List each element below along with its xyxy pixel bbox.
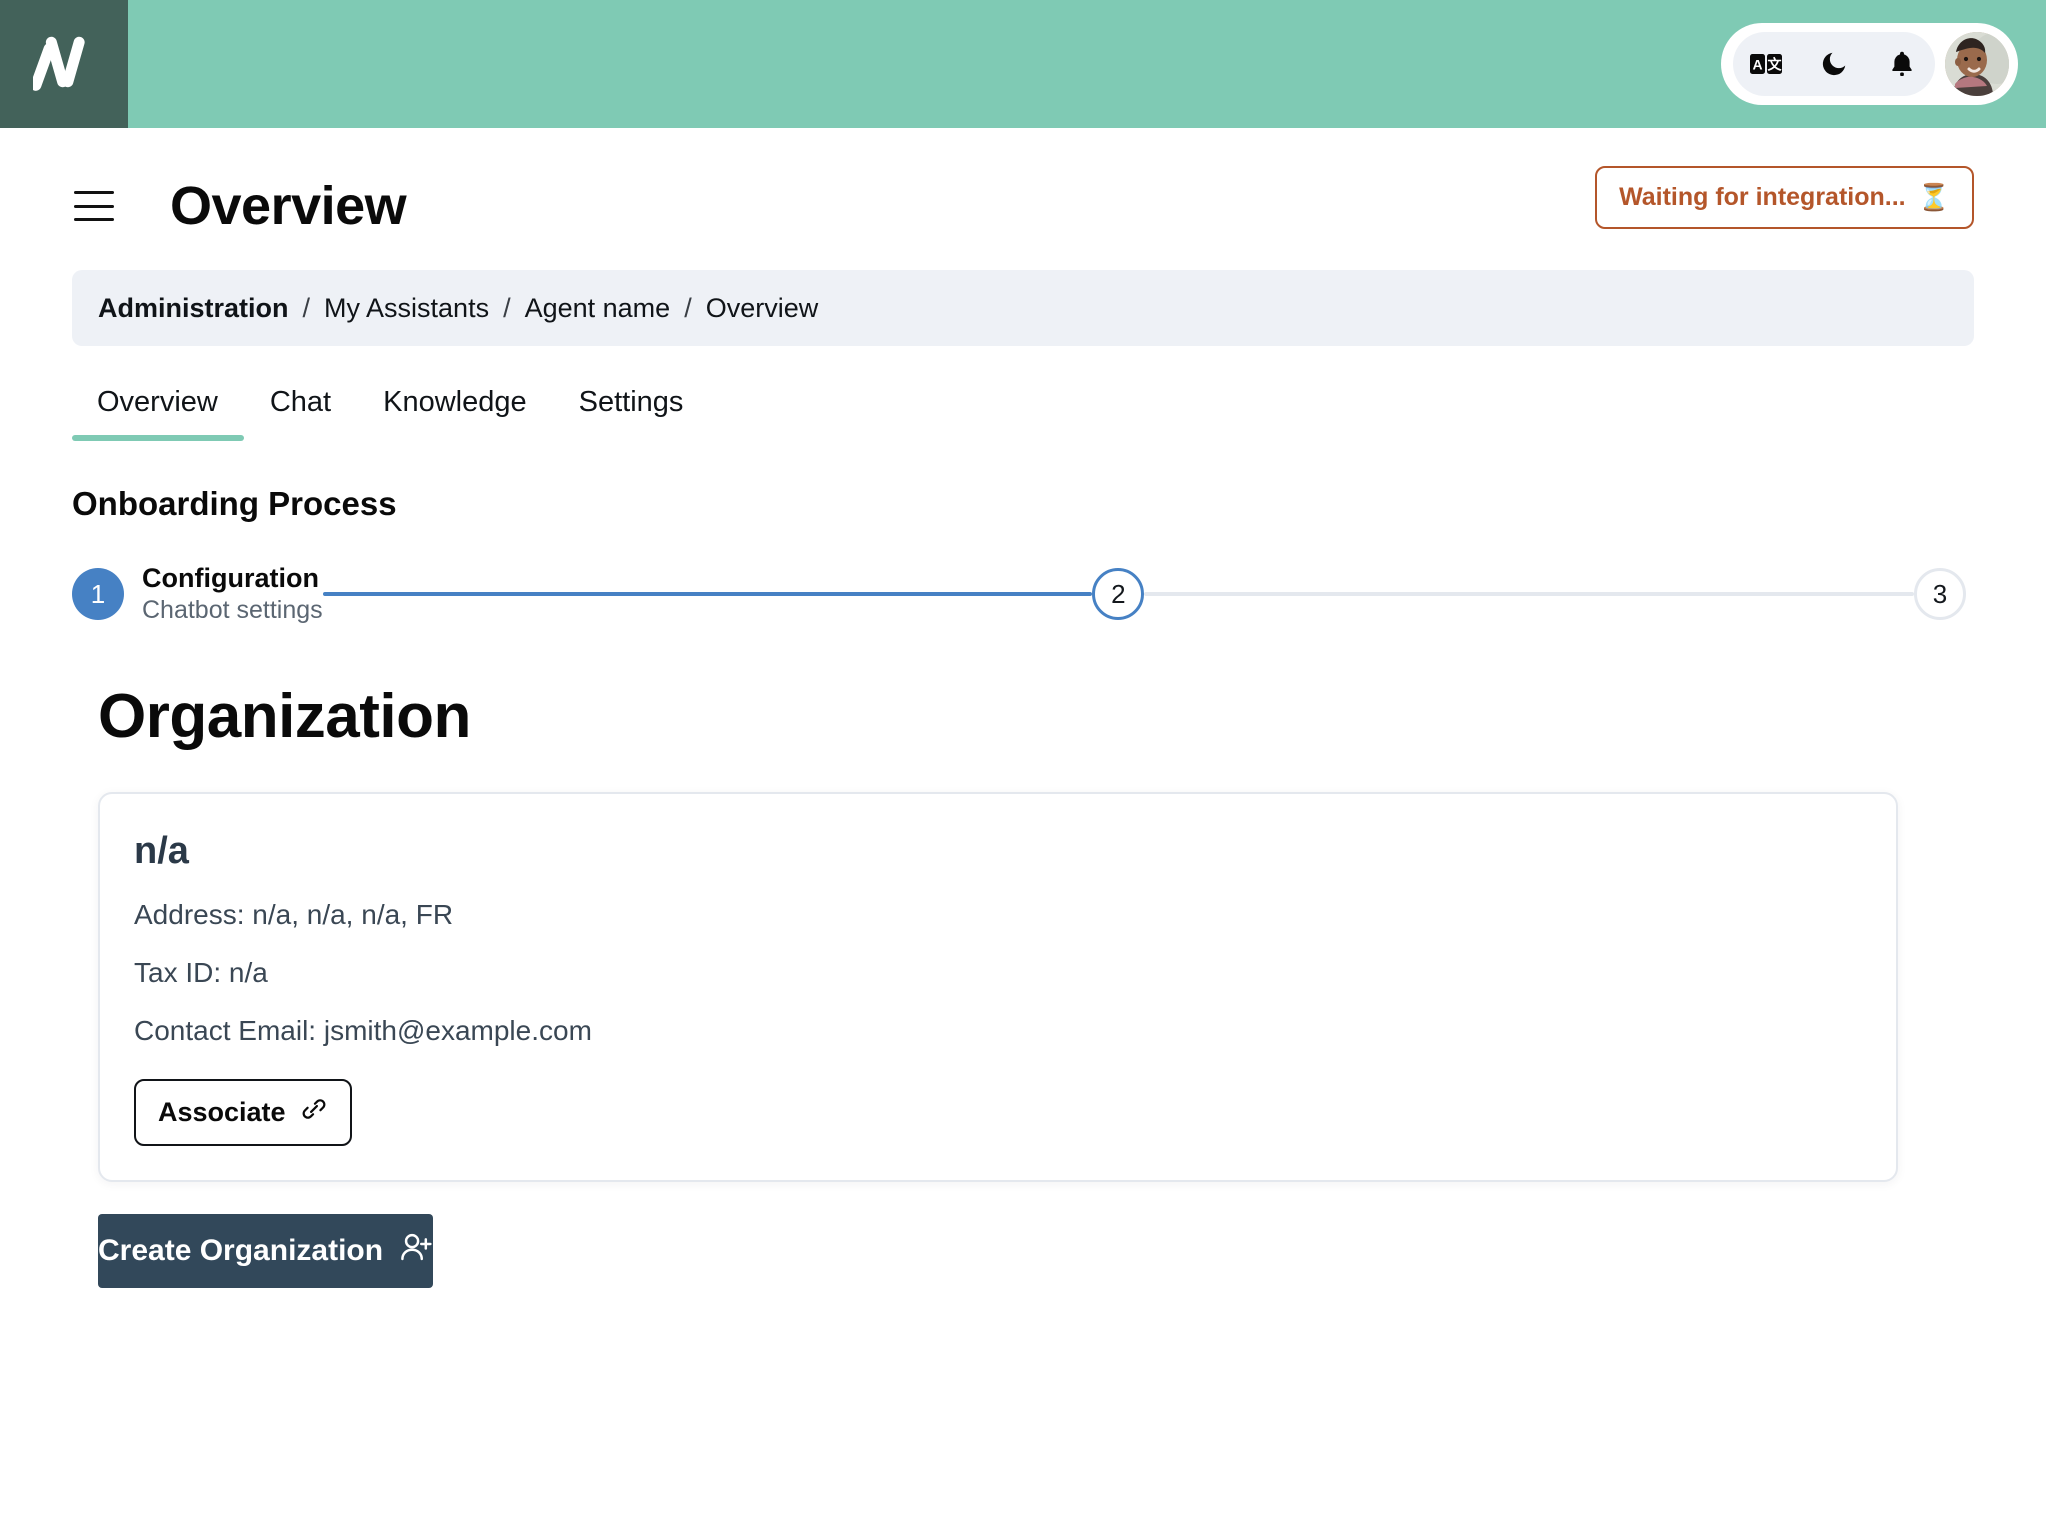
- tab-bar: Overview Chat Knowledge Settings: [72, 386, 1974, 441]
- bell-icon[interactable]: [1885, 47, 1919, 81]
- user-plus-icon: [399, 1231, 433, 1271]
- page-content: Overview Waiting for integration... ⏳ Ad…: [0, 154, 2046, 1288]
- breadcrumb: Administration / My Assistants / Agent n…: [72, 270, 1974, 346]
- topbar-icon-group: A 文: [1733, 32, 1935, 96]
- breadcrumb-separator: /: [302, 292, 311, 323]
- svg-text:文: 文: [1768, 57, 1783, 73]
- status-badge-label: Waiting for integration...: [1619, 183, 1906, 211]
- step-2[interactable]: 2: [1092, 568, 1145, 620]
- breadcrumb-separator: /: [684, 292, 692, 323]
- organization-address: Address: n/a, n/a, n/a, FR: [134, 899, 454, 930]
- app-logo[interactable]: [0, 0, 128, 128]
- menu-toggle-icon[interactable]: [74, 191, 114, 221]
- page-header: Overview Waiting for integration... ⏳: [72, 154, 1974, 258]
- organization-card: n/a Address: n/a, n/a, n/a, FR Tax ID: n…: [98, 792, 1898, 1182]
- hourglass-icon: ⏳: [1917, 182, 1950, 212]
- organization-name: n/a: [134, 830, 189, 872]
- avatar[interactable]: [1945, 32, 2009, 96]
- page-title: Overview: [170, 176, 407, 236]
- associate-button[interactable]: Associate: [134, 1079, 352, 1146]
- organization-contact-email: Contact Email: jsmith@example.com: [134, 1015, 592, 1046]
- onboarding-title: Onboarding Process: [72, 485, 397, 522]
- organization-tax-id: Tax ID: n/a: [134, 957, 268, 988]
- onboarding-stepper: 1 Configuration Chatbot settings 2 3: [72, 559, 1974, 629]
- tab-settings[interactable]: Settings: [553, 386, 710, 441]
- step-connector-2-3: [1144, 592, 1915, 596]
- breadcrumb-item-administration[interactable]: Administration: [98, 293, 289, 324]
- top-bar: A 文: [0, 0, 2046, 128]
- organization-heading: Organization: [98, 682, 471, 751]
- create-organization-button[interactable]: Create Organization: [98, 1214, 434, 1288]
- create-organization-label: Create Organization: [98, 1234, 384, 1267]
- breadcrumb-item-overview[interactable]: Overview: [706, 293, 819, 324]
- svg-text:A: A: [1752, 57, 1762, 73]
- step-1-sublabel: Chatbot settings: [142, 596, 323, 625]
- tab-chat[interactable]: Chat: [244, 386, 357, 441]
- step-2-number: 2: [1092, 568, 1145, 620]
- app-logo-icon: [33, 36, 85, 91]
- associate-button-label: Associate: [158, 1097, 286, 1127]
- translate-icon[interactable]: A 文: [1749, 47, 1783, 81]
- link-icon: [300, 1095, 328, 1130]
- step-1-labels: Configuration Chatbot settings: [142, 562, 323, 625]
- breadcrumb-separator: /: [503, 292, 511, 323]
- status-badge[interactable]: Waiting for integration... ⏳: [1595, 166, 1974, 229]
- breadcrumb-item-agent-name[interactable]: Agent name: [525, 293, 671, 324]
- step-connector-1-2: [322, 592, 1093, 596]
- moon-icon[interactable]: [1817, 47, 1851, 81]
- avatar-image: [1945, 32, 2009, 96]
- topbar-controls: A 文: [1721, 23, 2018, 105]
- step-1-label: Configuration: [142, 563, 319, 594]
- step-3-number: 3: [1914, 568, 1967, 620]
- step-3[interactable]: 3: [1914, 568, 1967, 620]
- tab-knowledge[interactable]: Knowledge: [357, 386, 553, 441]
- step-1[interactable]: 1 Configuration Chatbot settings: [72, 562, 323, 625]
- breadcrumb-item-my-assistants[interactable]: My Assistants: [324, 293, 489, 324]
- tab-overview[interactable]: Overview: [72, 386, 244, 441]
- step-1-number: 1: [72, 568, 124, 620]
